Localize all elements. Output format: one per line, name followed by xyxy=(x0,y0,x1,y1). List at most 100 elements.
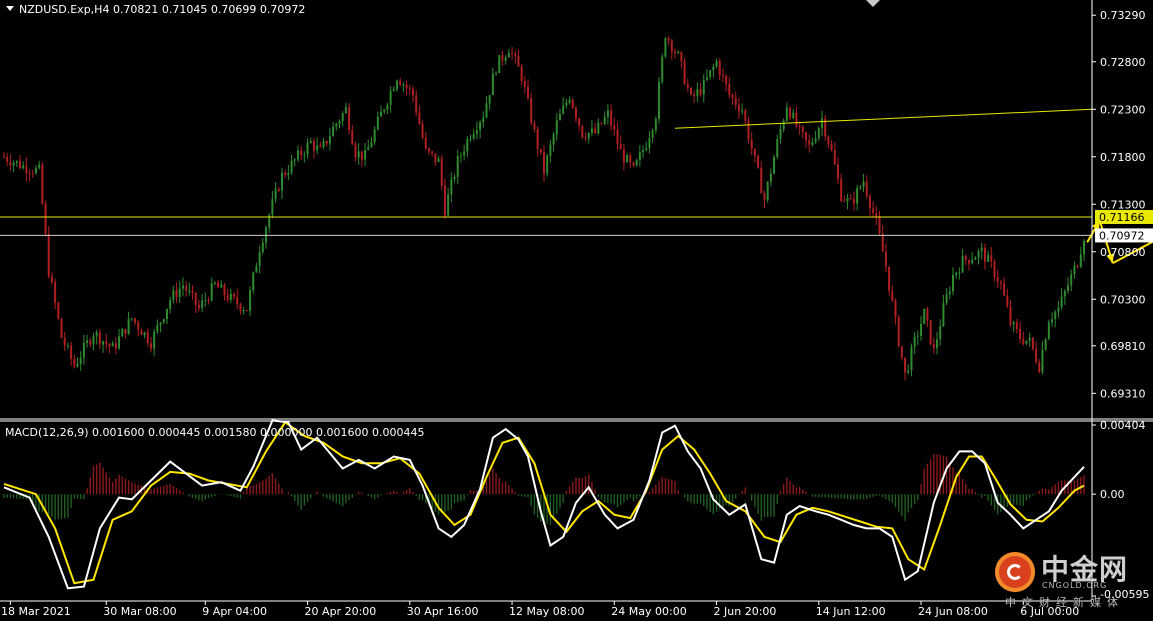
candle-bear xyxy=(223,284,226,296)
candle-bull xyxy=(12,162,15,166)
candle-bull xyxy=(118,336,121,349)
candle-bear xyxy=(878,217,881,234)
candle-bull xyxy=(859,186,862,189)
candle-bear xyxy=(277,188,280,191)
candle-bear xyxy=(411,88,414,96)
candle-bull xyxy=(482,117,485,123)
candle-bull xyxy=(814,138,817,143)
candle-bull xyxy=(332,126,335,137)
candle-bull xyxy=(293,159,296,161)
candle-bear xyxy=(689,88,692,95)
candle-bear xyxy=(622,149,625,163)
candle-bear xyxy=(728,84,731,95)
candle-bull xyxy=(322,140,325,148)
candle-bear xyxy=(1038,362,1041,373)
candle-bear xyxy=(57,302,60,319)
macd-panel[interactable] xyxy=(3,419,1085,590)
candle-bear xyxy=(501,55,504,61)
price-caption[interactable]: NZDUSD.Exp,H4 0.70821 0.71045 0.70699 0.… xyxy=(6,3,305,16)
candle-bear xyxy=(865,181,868,196)
candle-bull xyxy=(638,152,641,160)
candle-bear xyxy=(884,251,887,267)
candle-bull xyxy=(1041,349,1044,373)
candle-bear xyxy=(571,99,574,108)
candle-bull xyxy=(287,172,290,175)
candle-bull xyxy=(776,138,779,157)
candle-bull xyxy=(568,99,571,103)
candle-bear xyxy=(319,145,322,148)
candle-bull xyxy=(626,155,629,163)
time-axis: 18 Mar 2021 30 Mar 08:00 9 Apr 04:00 20 Apr… xyxy=(1,601,1079,618)
time-tick-label: 14 Jun 12:00 xyxy=(816,605,886,618)
candle-bull xyxy=(1012,322,1015,325)
scroll-shift-triangle-icon[interactable] xyxy=(866,0,880,7)
candle-bull xyxy=(453,176,456,180)
candle-bull xyxy=(261,242,264,252)
candle-bear xyxy=(881,233,884,252)
candle-bear xyxy=(996,277,999,282)
candle-bull xyxy=(661,56,664,82)
candle-bear xyxy=(667,38,670,41)
price-tick-label: 0.72800 xyxy=(1100,56,1146,69)
candle-bull xyxy=(546,155,549,174)
candle-bull xyxy=(741,110,744,112)
candle-bear xyxy=(753,148,756,156)
candle-bull xyxy=(820,118,823,128)
candle-bear xyxy=(584,137,587,139)
candle-bear xyxy=(808,140,811,145)
candle-bull xyxy=(635,159,638,166)
candle-bear xyxy=(718,60,721,75)
collapse-triangle-icon[interactable] xyxy=(6,6,14,11)
candle-bear xyxy=(73,358,76,367)
candle-bear xyxy=(852,199,855,204)
candle-bear xyxy=(175,290,178,298)
candle-bear xyxy=(801,126,804,133)
candle-bull xyxy=(15,160,18,163)
candle-bull xyxy=(373,129,376,143)
candle-bear xyxy=(686,84,689,89)
price-tick-label: 0.70800 xyxy=(1100,246,1146,259)
candle-bear xyxy=(514,53,517,56)
candle-bull xyxy=(370,142,373,148)
candle-bull xyxy=(1044,339,1047,350)
candle-bull xyxy=(76,363,79,367)
candle-bull xyxy=(328,136,331,144)
candle-bull xyxy=(389,90,392,105)
candle-bear xyxy=(149,343,152,349)
candle-bull xyxy=(210,283,213,301)
candle-bull xyxy=(271,199,274,216)
candle-bull xyxy=(92,336,95,345)
time-tick-label: 20 Apr 20:00 xyxy=(305,605,377,618)
candle-bull xyxy=(130,318,133,320)
candle-bear xyxy=(731,94,734,98)
candle-bear xyxy=(134,318,137,323)
price-tick-label: 0.71800 xyxy=(1100,151,1146,164)
candle-bull xyxy=(181,285,184,289)
candle-bull xyxy=(587,132,590,139)
candle-bull xyxy=(696,89,699,97)
candle-bull xyxy=(715,60,718,67)
candle-bull xyxy=(642,150,645,153)
candle-bull xyxy=(127,318,130,334)
candle-bear xyxy=(833,149,836,165)
price-caption-text: NZDUSD.Exp,H4 0.70821 0.71045 0.70699 0.… xyxy=(19,3,306,16)
candle-bear xyxy=(517,55,520,67)
candle-bear xyxy=(427,148,430,152)
candle-bull xyxy=(811,142,814,145)
candle-bull xyxy=(712,66,715,71)
candle-bear xyxy=(760,167,763,194)
watermark-tagline: 中文财经新媒体 xyxy=(1005,596,1124,609)
price-panel[interactable] xyxy=(0,35,1153,390)
candle-bull xyxy=(1025,340,1028,344)
candle-bear xyxy=(523,80,526,87)
price-tick-label: 0.69310 xyxy=(1100,387,1146,400)
candle-bear xyxy=(1076,265,1079,267)
candle-bull xyxy=(466,138,469,152)
candle-bull xyxy=(782,120,785,130)
candle-bull xyxy=(357,151,360,158)
candle-bear xyxy=(581,125,584,138)
price-tick-label: 0.72300 xyxy=(1100,103,1146,116)
chart-canvas[interactable]: 0.73290 0.72800 0.72300 0.71800 0.71300 0.708… xyxy=(0,0,1153,621)
candle-bull xyxy=(86,340,89,343)
candle-bull xyxy=(201,300,204,309)
